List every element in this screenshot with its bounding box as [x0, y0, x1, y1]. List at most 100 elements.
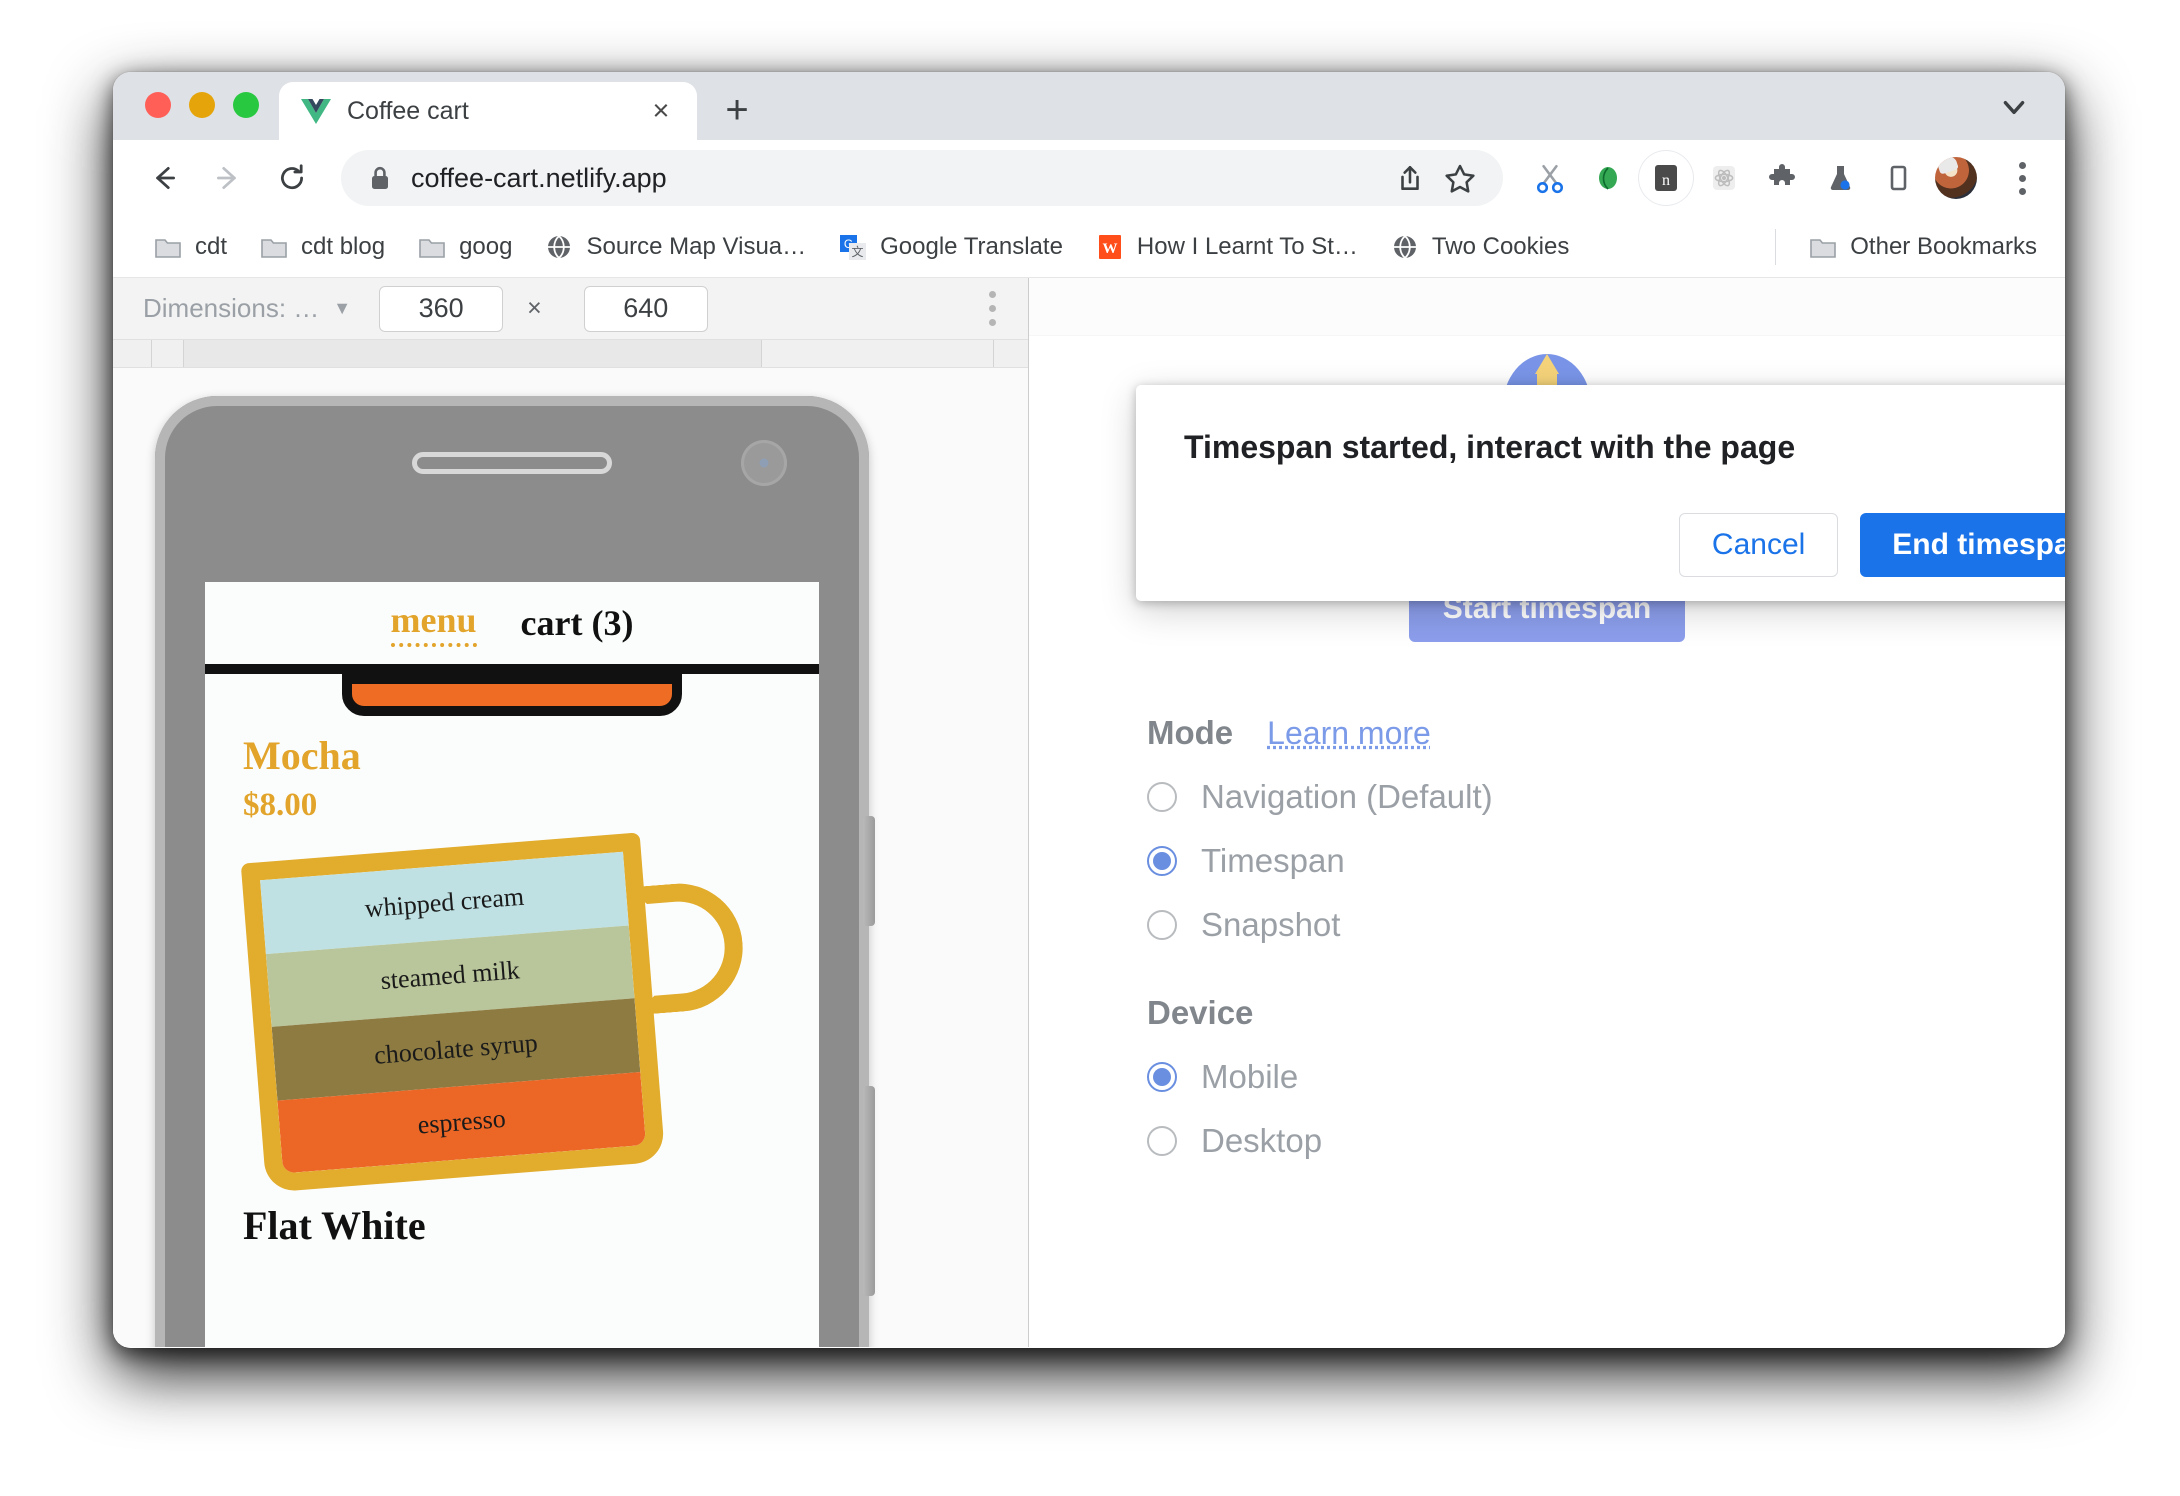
- green-leaf-icon[interactable]: [1581, 151, 1635, 205]
- bookmark-item[interactable]: G 文 Google Translate: [824, 224, 1077, 270]
- next-product-name: Flat White: [243, 1203, 426, 1248]
- mode-section-header: Mode Learn more: [1147, 714, 1947, 752]
- globe-icon: [1390, 232, 1420, 262]
- other-bookmarks-label: Other Bookmarks: [1850, 232, 2037, 260]
- dimensions-separator: ×: [527, 294, 542, 322]
- cup-body: whipped cream steamed milk chocolate syr…: [240, 832, 666, 1193]
- dialog-title: Timespan started, interact with the page: [1184, 429, 1796, 465]
- device-option-mobile[interactable]: Mobile: [1147, 1058, 1947, 1096]
- star-icon[interactable]: [1435, 153, 1485, 203]
- ruler-tick: [151, 340, 152, 367]
- browser-tab[interactable]: Coffee cart ×: [279, 82, 697, 140]
- device-option-label: Mobile: [1201, 1058, 1299, 1095]
- tab-strip: Coffee cart × +: [113, 72, 2065, 140]
- notion-icon[interactable]: n: [1639, 151, 1693, 205]
- svg-text:n: n: [1662, 172, 1670, 189]
- bookmark-label: Google Translate: [880, 232, 1063, 260]
- flask-icon[interactable]: [1813, 151, 1867, 205]
- folder-icon: [153, 232, 183, 262]
- viewport-width-input[interactable]: 360: [379, 285, 504, 332]
- kebab-menu-icon[interactable]: [1997, 151, 2047, 205]
- forward-button: [199, 149, 257, 207]
- radio-button-selected[interactable]: [1147, 846, 1177, 876]
- nav-link-menu[interactable]: menu: [390, 599, 477, 647]
- coffee-cup-graphic[interactable]: whipped cream steamed milk chocolate syr…: [240, 829, 748, 1193]
- radio-button[interactable]: [1147, 1126, 1177, 1156]
- product-name: Mocha: [243, 733, 361, 778]
- maximize-window-button[interactable]: [233, 92, 259, 118]
- share-icon[interactable]: [1385, 153, 1435, 203]
- device-toolbar-more-icon[interactable]: [970, 283, 1014, 335]
- bookmark-item[interactable]: cdt: [139, 224, 241, 270]
- folder-icon: [1808, 232, 1838, 262]
- google-translate-icon: G 文: [838, 232, 868, 262]
- chevron-down-icon[interactable]: [1985, 78, 2043, 136]
- reload-button[interactable]: [263, 149, 321, 207]
- viewport-ruler: [113, 340, 1028, 368]
- phone-power-button: [863, 1086, 875, 1296]
- navigation-toolbar: coffee-cart.netlify.app n: [113, 140, 2065, 216]
- mode-option-snapshot[interactable]: Snapshot: [1147, 906, 1947, 944]
- mode-option-timespan[interactable]: Timespan: [1147, 842, 1947, 880]
- close-tab-icon[interactable]: ×: [643, 93, 679, 129]
- svg-text:文: 文: [852, 244, 864, 259]
- viewport-height-input[interactable]: 640: [583, 285, 708, 332]
- mode-option-label: Timespan: [1201, 842, 1345, 879]
- radio-button[interactable]: [1147, 782, 1177, 812]
- bookmark-label: Two Cookies: [1431, 232, 1570, 260]
- bookmark-item[interactable]: goog: [403, 224, 526, 270]
- bookmark-label: cdt: [195, 232, 228, 260]
- ruler-tick: [993, 340, 994, 367]
- learn-more-link[interactable]: Learn more: [1267, 715, 1431, 752]
- url-text[interactable]: coffee-cart.netlify.app: [411, 163, 1385, 194]
- new-tab-button[interactable]: +: [709, 82, 765, 138]
- timespan-dialog: Timespan started, interact with the page…: [1136, 385, 2065, 601]
- chevron-down-icon[interactable]: ▼: [333, 298, 351, 319]
- other-bookmarks-button[interactable]: Other Bookmarks: [1794, 224, 2051, 270]
- lighthouse-settings: Mode Learn more Navigation (Default) Tim…: [1029, 714, 2065, 1160]
- bookmark-item[interactable]: W How I Learnt To St…: [1081, 224, 1372, 270]
- avatar[interactable]: [1929, 151, 1983, 205]
- lighthouse-toolbar: [1029, 278, 2065, 336]
- radio-button-selected[interactable]: [1147, 1062, 1177, 1092]
- device-section-title: Device: [1147, 994, 1254, 1031]
- emulation-stage: menu cart (3) Mocha $8.00 whipped cream …: [113, 368, 1028, 1347]
- radio-button[interactable]: [1147, 910, 1177, 940]
- puzzle-icon[interactable]: [1755, 151, 1809, 205]
- coffee-cart-nav: menu cart (3): [205, 582, 819, 664]
- device-toolbar: Dimensions: … ▼ 360 × 640: [113, 278, 1028, 340]
- device-option-label: Desktop: [1201, 1122, 1323, 1159]
- reading-list-icon[interactable]: [1871, 151, 1925, 205]
- bookmark-item[interactable]: Source Map Visua…: [530, 224, 820, 270]
- phone-mockup: menu cart (3) Mocha $8.00 whipped cream …: [155, 396, 875, 1347]
- end-timespan-button[interactable]: End timespan: [1860, 513, 2065, 577]
- emulated-page[interactable]: menu cart (3) Mocha $8.00 whipped cream …: [205, 582, 819, 1347]
- dimensions-dropdown-label[interactable]: Dimensions: …: [143, 293, 319, 324]
- close-window-button[interactable]: [145, 92, 171, 118]
- scissors-icon[interactable]: [1523, 151, 1577, 205]
- bookmarks-divider: [1775, 228, 1777, 265]
- phone-speaker-icon: [412, 452, 612, 474]
- bookmark-label: cdt blog: [301, 232, 386, 260]
- address-bar[interactable]: coffee-cart.netlify.app: [341, 150, 1503, 206]
- folder-icon: [417, 232, 447, 262]
- phone-camera-icon: [741, 440, 787, 486]
- back-button[interactable]: [135, 149, 193, 207]
- cancel-button[interactable]: Cancel: [1678, 513, 1839, 577]
- bookmark-item[interactable]: cdt blog: [245, 224, 399, 270]
- previous-product-cup-graphic: [342, 674, 682, 716]
- react-devtools-icon[interactable]: [1697, 151, 1751, 205]
- browser-window: Coffee cart × + coffee-cart.netlify.app …: [113, 72, 2065, 1348]
- mode-option-label: Navigation (Default): [1201, 778, 1493, 815]
- product-list: Mocha $8.00 whipped cream steamed milk c…: [205, 732, 819, 1249]
- bookmarks-bar: cdt cdt blog goog Source Map Visua… G 文 …: [113, 216, 2065, 278]
- globe-icon: [544, 232, 574, 262]
- nav-link-cart[interactable]: cart (3): [521, 602, 634, 644]
- bookmark-item[interactable]: Two Cookies: [1376, 224, 1583, 270]
- page-viewport-pane: Dimensions: … ▼ 360 × 640 menu cart (3) …: [113, 278, 1029, 1347]
- device-option-desktop[interactable]: Desktop: [1147, 1122, 1947, 1160]
- mode-option-navigation[interactable]: Navigation (Default): [1147, 778, 1947, 816]
- minimize-window-button[interactable]: [189, 92, 215, 118]
- ruler-tick: [761, 340, 762, 367]
- bookmark-label: goog: [459, 232, 513, 260]
